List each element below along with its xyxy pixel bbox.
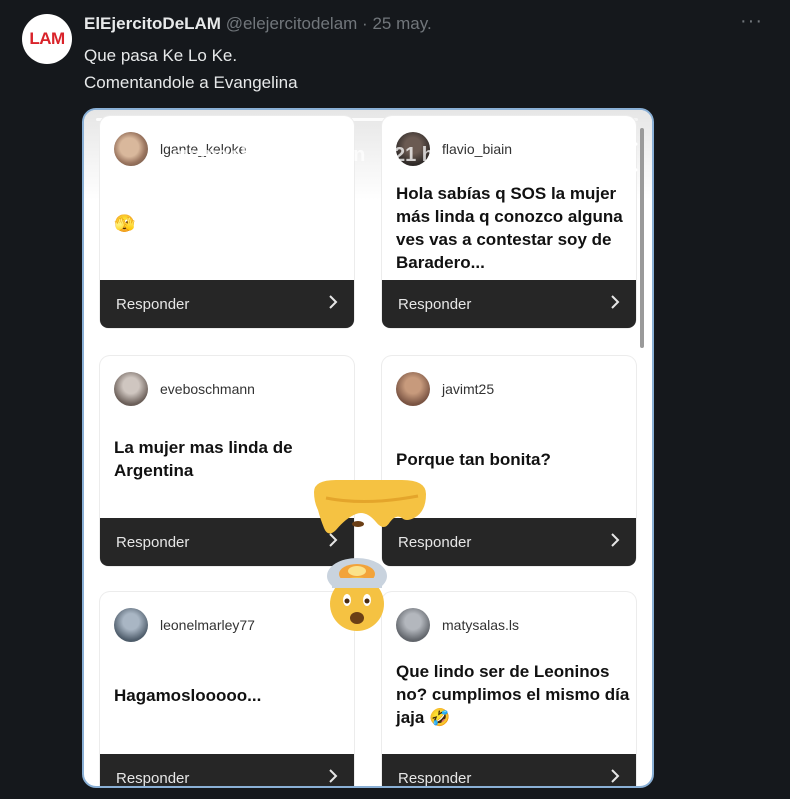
- reply-button[interactable]: Responder: [100, 280, 354, 328]
- separator-dot: ·: [362, 14, 368, 33]
- card-user: javimt25: [396, 372, 494, 406]
- chevron-right-icon: [610, 533, 620, 551]
- card-username: matysalas.ls: [442, 617, 520, 633]
- tweet-media-image[interactable]: lgante_keloke 🫣 Responder flavio_biain H…: [82, 108, 654, 788]
- card-message: Hagamoslooooo...: [114, 686, 262, 705]
- story-overlay-time: 21 h: [394, 144, 435, 166]
- close-icon[interactable]: [606, 140, 640, 174]
- card-message: La mujer mas linda de Argentina: [114, 438, 293, 480]
- story-overlay-username: evangelinaanderson: [172, 144, 366, 166]
- reply-label: Responder: [116, 533, 190, 551]
- avatar-logo-text: LAM: [29, 29, 65, 48]
- card-user: eveboschmann: [114, 372, 255, 406]
- user-avatar: [396, 372, 430, 406]
- card-user: matysalas.ls: [396, 608, 519, 642]
- card-message: Que lindo ser de Leoninos no? cumplimos …: [396, 662, 630, 727]
- reply-label: Responder: [116, 295, 190, 313]
- tweet-date[interactable]: 25 may.: [372, 14, 431, 33]
- more-options-button[interactable]: ···: [740, 10, 763, 33]
- tweet-header: ElEjercitoDeLAM @elejercitodelam · 25 ma…: [84, 14, 432, 34]
- reply-button[interactable]: Responder: [382, 754, 636, 787]
- reply-button[interactable]: Responder: [382, 280, 636, 328]
- scrollbar[interactable]: [640, 128, 644, 348]
- user-avatar: [114, 132, 148, 166]
- user-avatar: [114, 608, 148, 642]
- reply-card: leonelmarley77 Hagamoslooooo... Responde…: [100, 592, 354, 787]
- card-message: 🫣: [114, 214, 136, 233]
- chevron-right-icon: [610, 769, 620, 786]
- reply-label: Responder: [398, 295, 472, 313]
- melting-face-sticker: [306, 478, 432, 561]
- card-username: leonelmarley77: [160, 617, 255, 633]
- chevron-right-icon: [610, 295, 620, 313]
- user-avatar: [396, 608, 430, 642]
- tweet-text: Que pasa Ke Lo Ke. Comentandole a Evange…: [84, 42, 298, 96]
- tweet-line-2: Comentandole a Evangelina: [84, 73, 298, 92]
- reply-label: Responder: [116, 769, 190, 787]
- story-more-icon: ···: [554, 142, 574, 164]
- reply-card: matysalas.ls Que lindo ser de Leoninos n…: [382, 592, 636, 787]
- card-username: javimt25: [442, 381, 495, 397]
- card-message: Hola sabías q SOS la mujer más linda q c…: [396, 184, 623, 272]
- card-username: eveboschmann: [160, 381, 255, 397]
- reply-button[interactable]: Responder: [100, 754, 354, 787]
- exploding-head-sticker: [320, 554, 394, 639]
- card-username: flavio_biain: [442, 141, 513, 157]
- user-avatar: [114, 372, 148, 406]
- reply-label: Responder: [398, 769, 472, 787]
- card-message: Porque tan bonita?: [396, 450, 551, 469]
- chevron-right-icon: [328, 769, 338, 786]
- card-user: leonelmarley77: [114, 608, 255, 642]
- author-name[interactable]: ElEjercitoDeLAM: [84, 14, 221, 33]
- chevron-right-icon: [328, 295, 338, 313]
- tweet-line-1: Que pasa Ke Lo Ke.: [84, 46, 238, 65]
- author-avatar[interactable]: LAM: [22, 14, 72, 64]
- author-handle[interactable]: @elejercitodelam: [226, 14, 358, 33]
